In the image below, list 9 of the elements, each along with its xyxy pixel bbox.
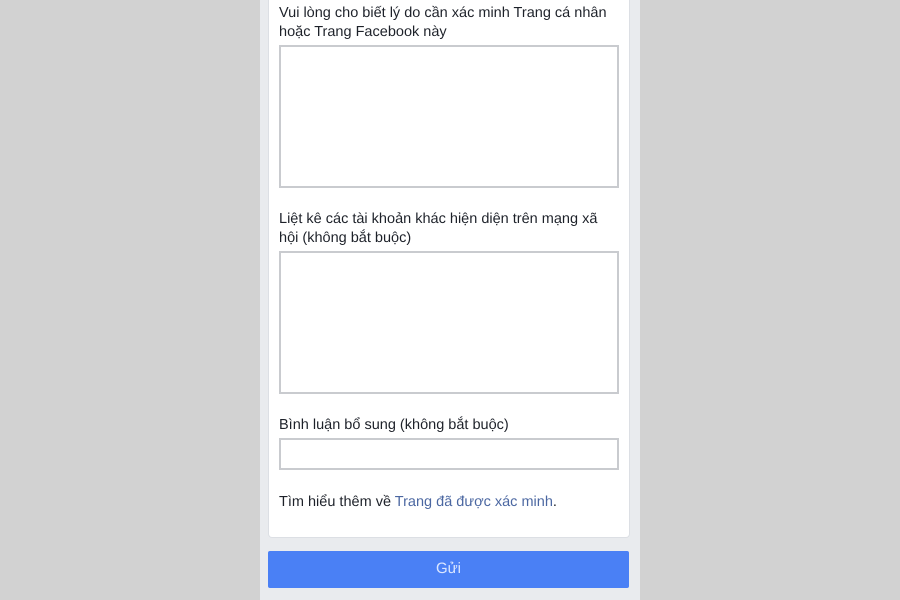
verified-pages-link[interactable]: Trang đã được xác minh — [394, 494, 553, 510]
field-label: Vui lòng cho biết lý do cần xác minh Trang cá nhân hoặc Trang Facebook này — [279, 4, 608, 42]
field-label: Bình luận bổ sung (không bắt buộc) — [279, 416, 510, 435]
learn-more-text: Tìm hiểu thêm về Trang đã được xác minh. — [279, 493, 558, 512]
text-field[interactable] — [279, 438, 619, 470]
text-field[interactable] — [279, 45, 619, 188]
send-button[interactable]: Gửi — [268, 551, 629, 588]
text-field[interactable] — [279, 251, 619, 394]
field-label: Liệt kê các tài khoản khác hiện diện trên mạng xã hội (không bắt buộc) — [279, 210, 598, 248]
